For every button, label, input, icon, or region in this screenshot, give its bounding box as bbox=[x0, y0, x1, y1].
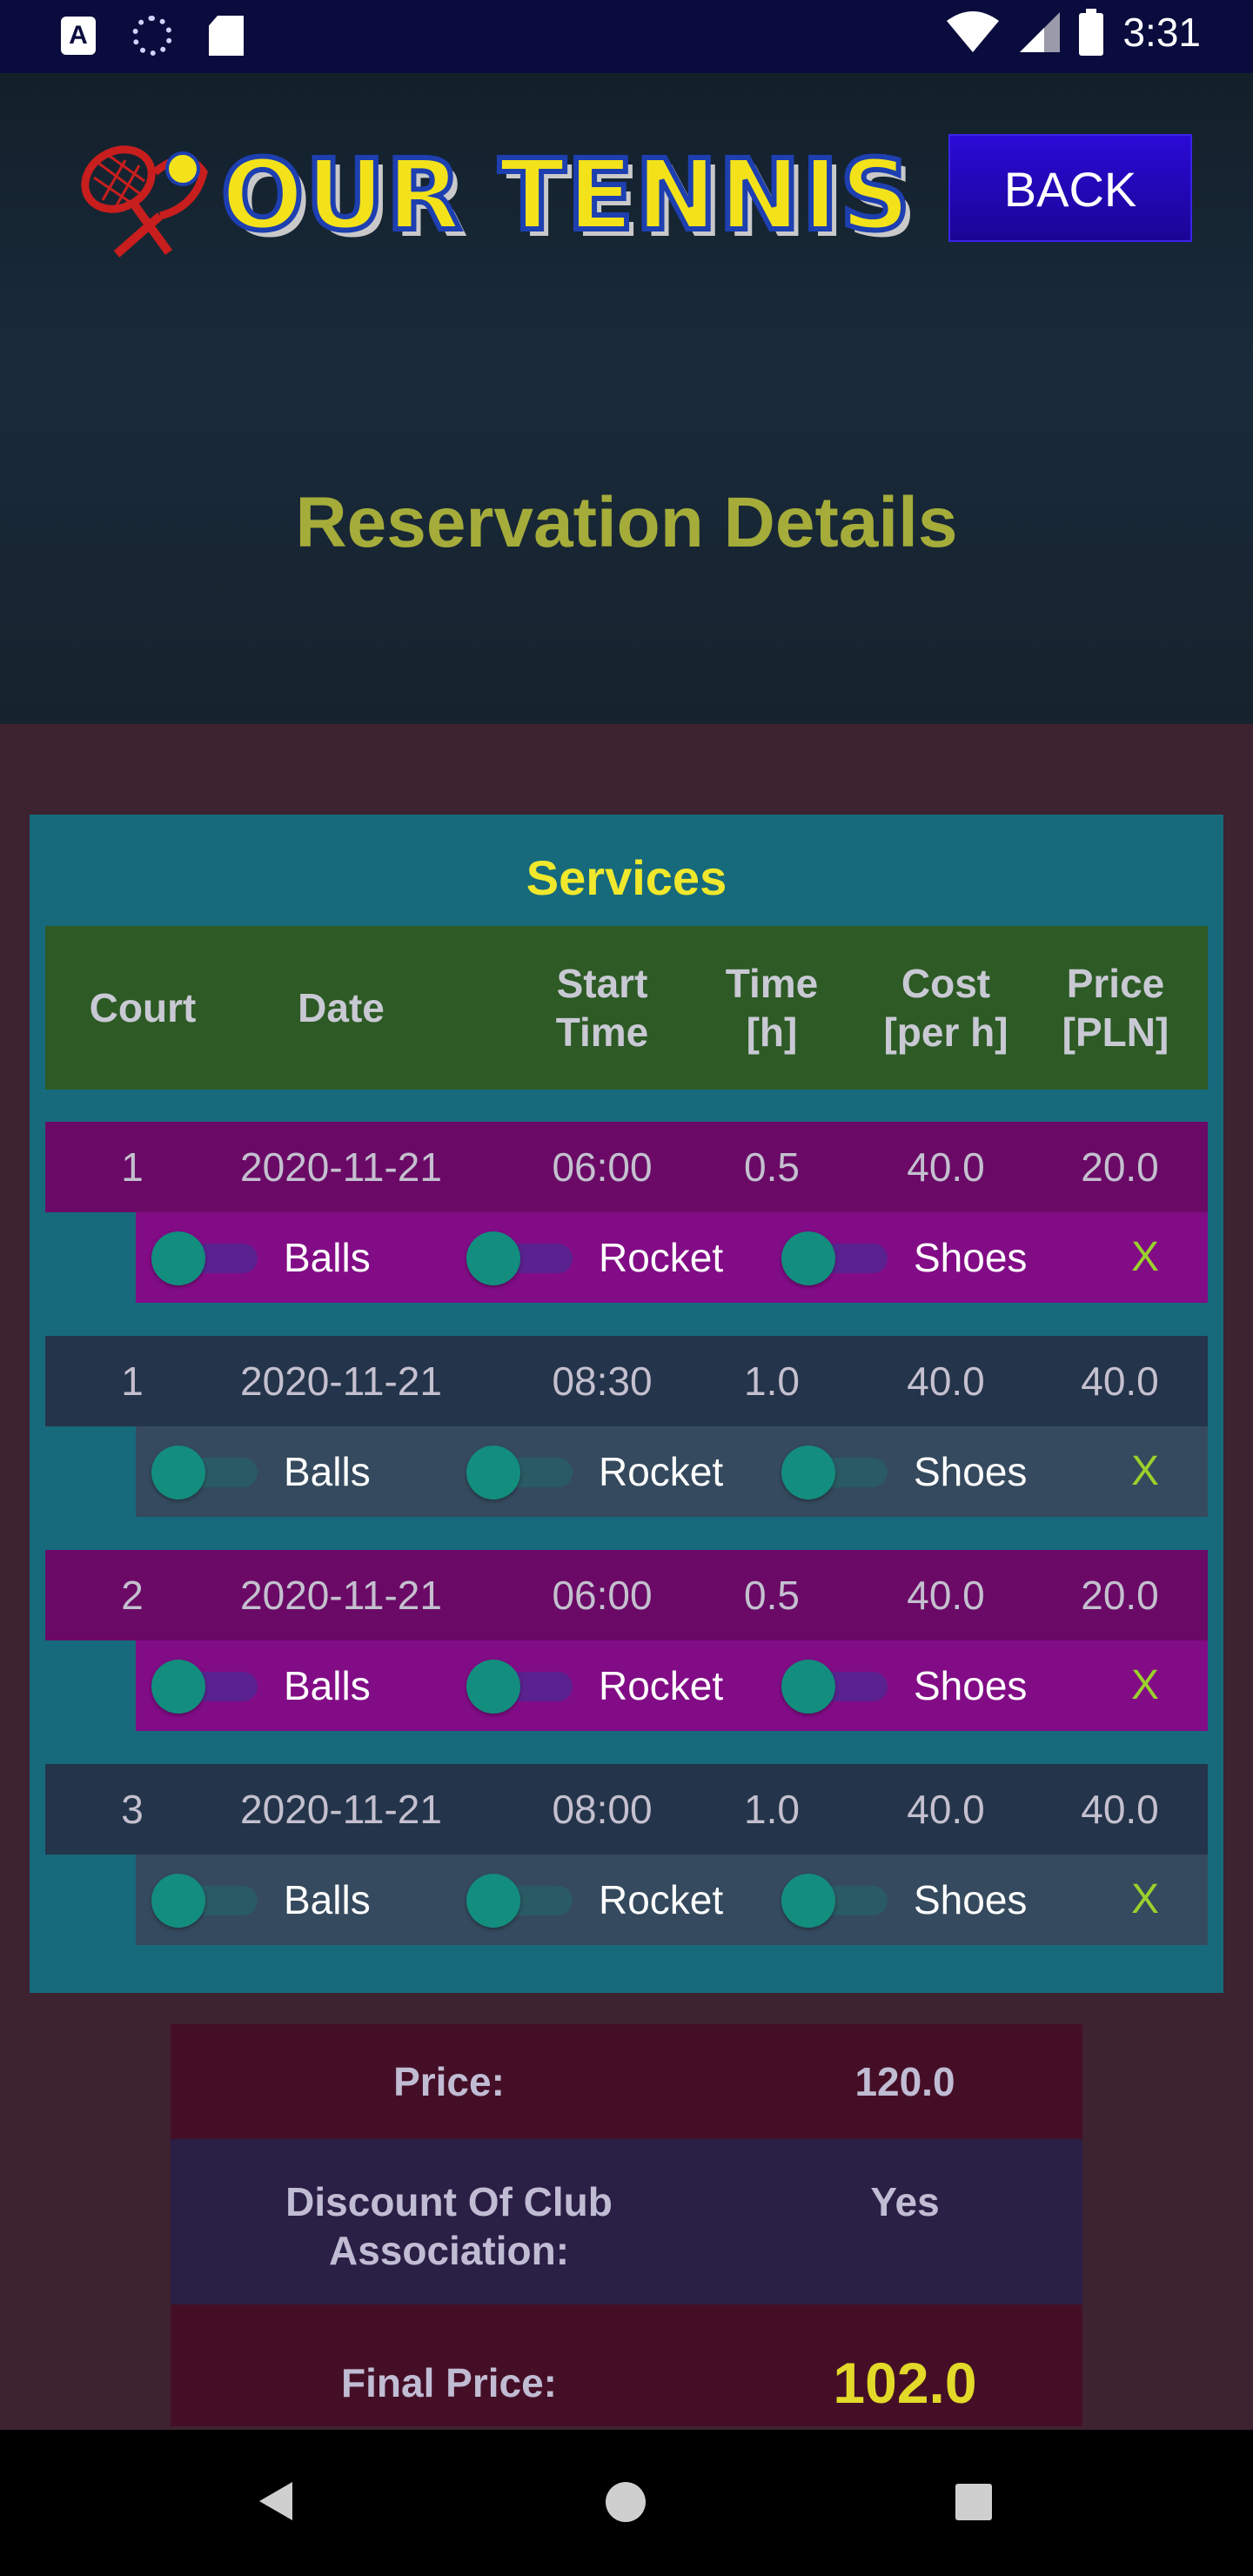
shoes-label: Shoes bbox=[914, 1235, 1028, 1280]
extras-row: Balls Rocket Shoes X bbox=[136, 1212, 1208, 1303]
wifi-icon bbox=[947, 11, 1000, 52]
home-icon[interactable] bbox=[606, 2482, 646, 2522]
duration-cell: 1.0 bbox=[744, 1358, 800, 1404]
remove-reservation-button[interactable]: X bbox=[1110, 1426, 1180, 1517]
column-header-start-time: Start Time bbox=[555, 961, 649, 1055]
duration-cell: 0.5 bbox=[744, 1144, 800, 1190]
balls-label: Balls bbox=[284, 1235, 371, 1280]
balls-label: Balls bbox=[284, 1663, 371, 1708]
balls-toggle[interactable] bbox=[151, 1231, 258, 1285]
cost-cell: 40.0 bbox=[907, 1787, 985, 1832]
final-price-row: Final Price: 102.0 bbox=[171, 2304, 1082, 2426]
price-cell: 20.0 bbox=[1081, 1144, 1159, 1190]
tennis-rackets-icon bbox=[81, 145, 208, 258]
page-title: Reservation Details bbox=[295, 483, 958, 562]
services-panel: Services Court Date Start Time Time [h] … bbox=[30, 815, 1223, 1993]
shoes-label: Shoes bbox=[914, 1449, 1028, 1494]
price-value: 120.0 bbox=[854, 2059, 955, 2104]
court-cell: 1 bbox=[121, 1358, 144, 1404]
column-header-court: Court bbox=[89, 985, 197, 1030]
extras-row: Balls Rocket Shoes X bbox=[136, 1640, 1208, 1731]
remove-reservation-button[interactable]: X bbox=[1110, 1640, 1180, 1731]
duration-cell: 0.5 bbox=[744, 1573, 800, 1618]
final-price-label: Final Price: bbox=[341, 2360, 557, 2405]
reservation-row: 1 2020-11-21 06:00 0.5 40.0 20.0 bbox=[45, 1122, 1208, 1212]
reservation-row: 3 2020-11-21 08:00 1.0 40.0 40.0 bbox=[45, 1764, 1208, 1855]
shoes-toggle[interactable] bbox=[781, 1660, 888, 1714]
rocket-toggle[interactable] bbox=[466, 1874, 573, 1928]
rocket-toggle[interactable] bbox=[466, 1231, 573, 1285]
date-cell: 2020-11-21 bbox=[240, 1144, 442, 1190]
rocket-label: Rocket bbox=[599, 1663, 724, 1708]
remove-reservation-button[interactable]: X bbox=[1110, 1855, 1180, 1945]
reservation-row: 2 2020-11-21 06:00 0.5 40.0 20.0 bbox=[45, 1550, 1208, 1640]
column-header-date: Date bbox=[298, 985, 385, 1030]
column-header-time: Time [h] bbox=[725, 961, 819, 1055]
rocket-label: Rocket bbox=[599, 1235, 724, 1280]
system-nav-bar bbox=[0, 2430, 1253, 2576]
start-time-cell: 06:00 bbox=[552, 1573, 653, 1618]
shoes-label: Shoes bbox=[914, 1663, 1028, 1708]
extras-row: Balls Rocket Shoes X bbox=[136, 1855, 1208, 1945]
shoes-toggle[interactable] bbox=[781, 1874, 888, 1928]
recents-icon[interactable] bbox=[955, 2484, 992, 2520]
price-cell: 40.0 bbox=[1081, 1787, 1159, 1832]
balls-toggle[interactable] bbox=[151, 1660, 258, 1714]
column-header-price: Price [PLN] bbox=[1062, 961, 1169, 1055]
shoes-toggle[interactable] bbox=[781, 1231, 888, 1285]
back-icon[interactable] bbox=[259, 2482, 292, 2520]
price-label: Price: bbox=[393, 2059, 505, 2104]
logo-text: OUR TENNIS bbox=[218, 137, 913, 255]
start-time-cell: 06:00 bbox=[552, 1144, 653, 1190]
services-table-header: Court Date Start Time Time [h] Cost [per… bbox=[45, 926, 1208, 1090]
back-button[interactable]: BACK bbox=[948, 134, 1192, 242]
start-time-cell: 08:30 bbox=[552, 1358, 653, 1404]
rocket-toggle[interactable] bbox=[466, 1446, 573, 1499]
balls-toggle[interactable] bbox=[151, 1874, 258, 1928]
app-header: OUR TENNIS BACK Reservation Details bbox=[0, 73, 1253, 724]
app-logo: OUR TENNIS bbox=[64, 131, 913, 270]
start-time-cell: 08:00 bbox=[552, 1787, 653, 1832]
shoes-toggle[interactable] bbox=[781, 1446, 888, 1499]
cost-cell: 40.0 bbox=[907, 1144, 985, 1190]
date-cell: 2020-11-21 bbox=[240, 1573, 442, 1618]
price-cell: 40.0 bbox=[1081, 1358, 1159, 1404]
date-cell: 2020-11-21 bbox=[240, 1787, 442, 1832]
duration-cell: 1.0 bbox=[744, 1787, 800, 1832]
reservation-row: 1 2020-11-21 08:30 1.0 40.0 40.0 bbox=[45, 1336, 1208, 1426]
court-cell: 3 bbox=[121, 1787, 144, 1832]
price-row: Price: 120.0 bbox=[171, 2024, 1082, 2139]
balls-label: Balls bbox=[284, 1877, 371, 1922]
date-cell: 2020-11-21 bbox=[240, 1358, 442, 1404]
services-title: Services bbox=[526, 850, 727, 905]
extras-row: Balls Rocket Shoes X bbox=[136, 1426, 1208, 1517]
discount-label: Discount Of Club Association: bbox=[285, 2179, 613, 2273]
accessibility-a-icon: A bbox=[61, 17, 96, 55]
court-cell: 2 bbox=[121, 1573, 144, 1618]
battery-icon bbox=[1079, 9, 1104, 56]
cost-cell: 40.0 bbox=[907, 1573, 985, 1618]
cost-cell: 40.0 bbox=[907, 1358, 985, 1404]
loading-icon bbox=[132, 16, 172, 56]
discount-row: Discount Of Club Association: Yes bbox=[171, 2139, 1082, 2304]
price-cell: 20.0 bbox=[1081, 1573, 1159, 1618]
price-summary: Price: 120.0 Discount Of Club Associatio… bbox=[171, 2024, 1082, 2426]
balls-label: Balls bbox=[284, 1449, 371, 1494]
balls-toggle[interactable] bbox=[151, 1446, 258, 1499]
remove-reservation-button[interactable]: X bbox=[1110, 1212, 1180, 1303]
discount-value: Yes bbox=[870, 2179, 940, 2224]
shoes-label: Shoes bbox=[914, 1877, 1028, 1922]
clock-time: 3:31 bbox=[1122, 10, 1201, 55]
rocket-label: Rocket bbox=[599, 1449, 724, 1494]
rocket-toggle[interactable] bbox=[466, 1660, 573, 1714]
court-cell: 1 bbox=[121, 1144, 144, 1190]
sd-card-icon bbox=[209, 16, 244, 56]
column-header-cost: Cost [per h] bbox=[883, 961, 1008, 1055]
signal-icon bbox=[1020, 12, 1061, 52]
final-price-value: 102.0 bbox=[833, 2351, 977, 2415]
rocket-label: Rocket bbox=[599, 1877, 724, 1922]
status-bar: A 3:31 bbox=[0, 0, 1253, 73]
